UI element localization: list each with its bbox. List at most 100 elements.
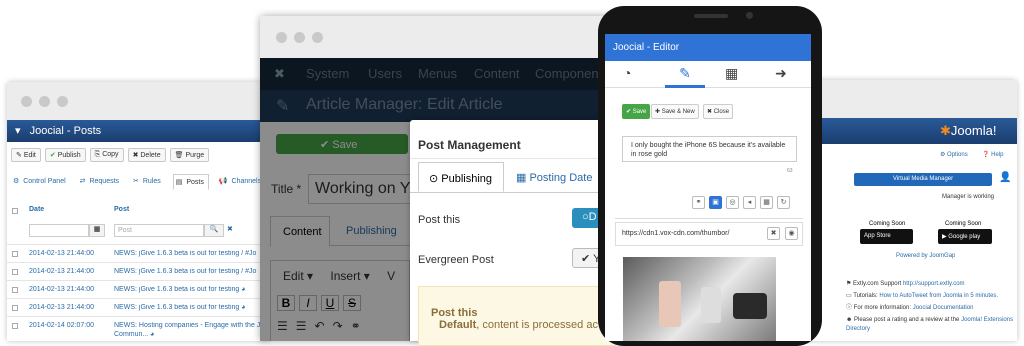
- edit-icon[interactable]: ✎: [665, 61, 705, 88]
- tab-channels[interactable]: 📢 Channels: [217, 174, 265, 190]
- date-filter-input[interactable]: [29, 224, 89, 237]
- post-management-modal: Post Management ⊙ Publishing ▦ Posting D…: [410, 120, 616, 346]
- select-all-checkbox[interactable]: [12, 208, 18, 214]
- post-this-label: Post this: [418, 214, 461, 226]
- window-dot[interactable]: [57, 96, 68, 107]
- window-dot[interactable]: [312, 32, 323, 43]
- window-dot[interactable]: [21, 96, 32, 107]
- window-chrome: [260, 16, 640, 58]
- tab-line: [410, 192, 616, 193]
- divider: [615, 218, 803, 219]
- phone-tabs: ◔ ✎ ▦ ➜: [605, 61, 811, 88]
- row-post[interactable]: NEWS: jGive 1.6.3 beta is out for testin…: [114, 250, 269, 257]
- table-row[interactable]: 2014-02-13 21:44:00 NEWS: jGive 1.6.3 be…: [7, 262, 269, 280]
- phone-screen: Joocial - Editor ◔ ✎ ▦ ➜ ✔ Save ✚ Save &…: [605, 34, 811, 341]
- tutorials-item: ▭ Tutorials: How to AutoTweet from Jooml…: [846, 293, 999, 299]
- doc-link[interactable]: Joocial Documentation: [913, 305, 974, 311]
- preview-image: [623, 257, 776, 341]
- tutorials-link[interactable]: How to AutoTweet from Joomla in 5 minute…: [879, 293, 998, 299]
- user-icon: 👤: [999, 172, 1012, 183]
- row-checkbox[interactable]: [12, 305, 18, 311]
- alert-title: Post this: [431, 307, 478, 319]
- col-date-header[interactable]: Date: [29, 206, 44, 213]
- app-header: ✱Joomla!: [806, 118, 1017, 144]
- save-button[interactable]: ✔ Save: [622, 104, 651, 119]
- window-dot[interactable]: [39, 96, 50, 107]
- delete-button[interactable]: ✖ Delete: [127, 148, 166, 162]
- message-textarea[interactable]: I only bought the iPhone 6S because it's…: [622, 136, 797, 162]
- tab-control-panel[interactable]: ⚙ Control Panel: [11, 174, 70, 190]
- copy-button[interactable]: ⎘ Copy: [89, 148, 124, 162]
- row-post-cont: Commun... ◕: [114, 331, 155, 338]
- char-counter: 63: [787, 168, 793, 174]
- table-row[interactable]: 2014-02-13 21:44:00 NEWS: jGive 1.6.3 be…: [7, 244, 269, 262]
- post-filter-input[interactable]: Post: [114, 224, 204, 237]
- row-checkbox[interactable]: [12, 287, 18, 293]
- table-row[interactable]: 2014-02-13 21:44:00 NEWS: jGive 1.6.3 be…: [7, 280, 269, 298]
- calendar-icon[interactable]: ▦: [725, 65, 738, 82]
- app-store-badge[interactable]: App Store: [860, 229, 913, 244]
- row-date: 2014-02-13 21:44:00: [29, 286, 94, 293]
- logout-icon[interactable]: ➜: [775, 65, 787, 82]
- clear-icon[interactable]: ✖: [767, 227, 780, 240]
- row-post[interactable]: NEWS: jGive 1.6.3 beta is out for testin…: [114, 268, 269, 275]
- modal-title: Post Management: [418, 138, 521, 152]
- calendar-icon[interactable]: ▦: [760, 196, 773, 209]
- row-date: 2014-02-13 21:44:00: [29, 250, 94, 257]
- purge-button[interactable]: 🗑 Purge: [169, 148, 210, 162]
- help-link[interactable]: ❓ Help: [982, 151, 1003, 158]
- table-row[interactable]: 2014-02-14 02:07:00 NEWS: Hosting compan…: [7, 316, 269, 341]
- tab-publishing[interactable]: ⊙ Publishing: [418, 162, 504, 192]
- app-title: Joocial - Posts: [29, 125, 102, 137]
- window-dot[interactable]: [294, 32, 305, 43]
- more-item: ⓘ For more information: Joocial Document…: [846, 305, 974, 311]
- globe-icon: ◕: [241, 286, 246, 293]
- close-button[interactable]: ✖ Close: [703, 104, 734, 119]
- eye-icon[interactable]: ◉: [785, 227, 798, 240]
- row-checkbox[interactable]: [12, 323, 18, 329]
- window-chrome: [7, 82, 269, 120]
- window-dot[interactable]: [276, 32, 287, 43]
- target-icon[interactable]: ◎: [726, 196, 739, 209]
- google-play-badge[interactable]: ▶ Google play: [938, 229, 992, 244]
- edit-button[interactable]: ✎ Edit: [11, 148, 41, 162]
- row-post[interactable]: NEWS: jGive 1.6.3 beta is out for testin…: [114, 304, 269, 311]
- alert-text: Default, content is processed ac: [439, 319, 598, 331]
- row-date: 2014-02-13 21:44:00: [29, 268, 94, 275]
- tab-posting-date[interactable]: ▦ Posting Date: [516, 171, 592, 184]
- col-post-header[interactable]: Post: [114, 206, 129, 213]
- menu-icon[interactable]: ▾: [15, 125, 21, 137]
- publish-button[interactable]: ✔ Publish: [44, 148, 86, 162]
- link-icon[interactable]: ⚭: [692, 196, 705, 209]
- calendar-icon[interactable]: ▦: [89, 224, 105, 237]
- speaker: [694, 14, 728, 18]
- clear-icon[interactable]: ✖: [227, 225, 233, 233]
- toolbar: ✎ Edit ✔ Publish ⎘ Copy ✖ Delete 🗑 Purge: [11, 148, 210, 162]
- dashboard-icon[interactable]: ◔: [623, 65, 631, 81]
- row-checkbox[interactable]: [12, 251, 18, 257]
- coming-soon-label: Coming Soon: [945, 221, 982, 227]
- table-row[interactable]: 2014-02-13 21:44:00 NEWS: jGive 1.6.3 be…: [7, 298, 269, 316]
- search-icon[interactable]: 🔍: [204, 224, 224, 237]
- row-checkbox[interactable]: [12, 269, 18, 275]
- joomla-logo: ✱Joomla!: [940, 123, 997, 138]
- tab-rules[interactable]: ✂ Rules: [131, 174, 165, 190]
- phone-in-photo: [659, 281, 681, 327]
- image-icon[interactable]: ▣: [709, 196, 722, 209]
- media-window: ✱Joomla! ⚙ Options ❓ Help Virtual Media …: [806, 80, 1017, 341]
- row-post[interactable]: NEWS: jGive 1.6.3 beta is out for testin…: [114, 286, 269, 293]
- row-post[interactable]: NEWS: Hosting companies - Engage with th…: [114, 322, 269, 329]
- tab-posts[interactable]: ▤ Posts: [172, 174, 209, 190]
- options-link[interactable]: ⚙ Options: [940, 151, 968, 158]
- refresh-icon[interactable]: ↻: [777, 196, 790, 209]
- vmm-button[interactable]: Virtual Media Manager: [854, 173, 992, 186]
- tab-requests[interactable]: ⇄ Requests: [78, 174, 123, 190]
- row-date: 2014-02-13 21:44:00: [29, 304, 94, 311]
- save-new-button[interactable]: ✚ Save & New: [651, 104, 699, 119]
- info-alert: Post this Default, content is processed …: [418, 286, 616, 346]
- megaphone-icon[interactable]: ◂: [743, 196, 756, 209]
- divider: [410, 158, 616, 159]
- powered-link[interactable]: Powered by JoomGap: [896, 253, 955, 259]
- support-link[interactable]: http://support.extly.com: [903, 281, 965, 287]
- rate-item: ☻ Please post a rating and a review at t…: [846, 317, 1014, 332]
